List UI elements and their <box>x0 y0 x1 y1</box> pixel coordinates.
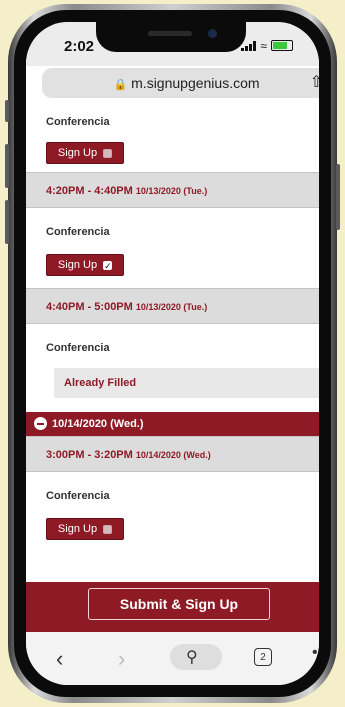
page-content: Conferencia Sign Up 4:20PM - 4:40PM 10/1… <box>26 100 319 552</box>
slot-block: Conferencia Sign Up ✓ <box>26 208 319 288</box>
notch <box>96 22 246 52</box>
share-icon[interactable]: ⇧ <box>310 72 319 92</box>
checkbox-icon[interactable] <box>103 148 113 158</box>
signup-label: Sign Up <box>57 147 98 159</box>
signup-label: Sign Up <box>57 523 98 535</box>
url-display: 🔒 m.signupgenius.com <box>42 75 319 91</box>
camera <box>208 29 217 38</box>
forward-icon[interactable]: › <box>118 646 125 672</box>
item-label: Conferencia <box>46 490 110 502</box>
signup-button[interactable]: Sign Up ✓ <box>46 254 124 276</box>
tabs-icon[interactable]: 2 <box>254 648 272 666</box>
slot-date: 10/14/2020 (Wed.) <box>135 450 211 460</box>
signup-label: Sign Up <box>57 259 98 271</box>
search-icon: ⚲ <box>186 649 198 666</box>
mute-switch <box>5 100 9 122</box>
lock-icon: 🔒 <box>113 79 128 91</box>
signup-button[interactable]: Sign Up <box>46 142 124 164</box>
already-filled-box: Already Filled <box>54 368 319 398</box>
item-label: Conferencia <box>46 226 110 238</box>
slot-header: 3:00PM - 3:20PM 10/14/2020 (Wed.) <box>26 436 319 472</box>
phone-frame: 2:02 ≈ 🔒 m.signupgenius.com ⇧ Conferenci… <box>5 4 340 703</box>
item-label: Conferencia <box>46 116 110 128</box>
minus-circle-icon[interactable] <box>34 417 47 430</box>
bezel: 2:02 ≈ 🔒 m.signupgenius.com ⇧ Conferenci… <box>14 10 331 697</box>
address-bar[interactable]: 🔒 m.signupgenius.com ⇧ <box>42 68 319 98</box>
slot-time: 3:00PM - 3:20PM 10/14/2020 (Wed.) <box>46 449 211 461</box>
slot-date: 10/13/2020 (Tue.) <box>135 302 208 312</box>
already-filled-label: Already Filled <box>64 377 137 389</box>
slot-time: 4:40PM - 5:00PM 10/13/2020 (Tue.) <box>46 301 208 313</box>
volume-down-button <box>5 200 9 244</box>
search-button[interactable]: ⚲ <box>170 644 222 670</box>
submit-button[interactable]: Submit & Sign Up <box>88 588 270 620</box>
status-icons: ≈ <box>241 38 293 53</box>
screen: 2:02 ≈ 🔒 m.signupgenius.com ⇧ Conferenci… <box>26 22 319 685</box>
slot-time: 4:20PM - 4:40PM 10/13/2020 (Tue.) <box>46 185 208 197</box>
speaker <box>148 31 192 36</box>
checkbox-icon[interactable]: ✓ <box>103 260 113 270</box>
battery-icon <box>271 40 293 51</box>
slot-header: 4:40PM - 5:00PM 10/13/2020 (Tue.) <box>26 288 319 324</box>
url-text: m.signupgenius.com <box>131 75 260 91</box>
volume-up-button <box>5 144 9 188</box>
slot-block: Conferencia Sign Up <box>26 472 319 552</box>
wifi-icon: ≈ <box>260 38 267 53</box>
signal-icon <box>241 40 257 51</box>
power-button <box>336 164 340 230</box>
slot-block-top: Conferencia Sign Up <box>26 100 319 172</box>
day-header[interactable]: 10/14/2020 (Wed.) <box>26 412 319 436</box>
status-time: 2:02 <box>64 38 95 55</box>
back-icon[interactable]: ‹ <box>56 646 63 672</box>
signup-button[interactable]: Sign Up <box>46 518 124 540</box>
item-label: Conferencia <box>46 342 110 354</box>
slot-date: 10/13/2020 (Tue.) <box>135 186 208 196</box>
more-icon[interactable]: ••• <box>312 644 319 662</box>
checkbox-icon[interactable] <box>103 524 113 534</box>
day-title: 10/14/2020 (Wed.) <box>52 418 144 430</box>
slot-block: Conferencia Already Filled <box>26 324 319 412</box>
browser-toolbar: ‹ › ⚲ 2 ••• <box>26 632 319 685</box>
slot-header: 4:20PM - 4:40PM 10/13/2020 (Tue.) <box>26 172 319 208</box>
